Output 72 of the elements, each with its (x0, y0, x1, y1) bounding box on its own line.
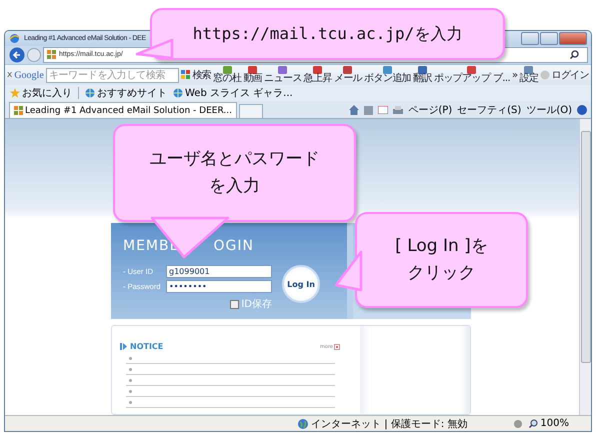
menu-button[interactable]: ページ(P) (408, 103, 452, 118)
bullet-icon (129, 390, 132, 393)
back-icon[interactable] (9, 46, 25, 63)
panel-title: OGIN (213, 238, 254, 254)
menu-button[interactable]: ツール(O) (526, 103, 572, 118)
site-icon (47, 50, 56, 60)
search-icon[interactable] (570, 50, 579, 60)
toolbar-button[interactable]: 検索 (181, 68, 212, 82)
close-button[interactable] (559, 32, 587, 45)
toolbar-icon (343, 66, 352, 74)
toolbar-button[interactable]: 翻訳 (413, 66, 432, 84)
zoom-button[interactable]: 100% (529, 418, 583, 430)
login-button[interactable]: Log In (282, 265, 320, 304)
more-button[interactable]: » (512, 70, 518, 81)
google-logo: Google (14, 70, 44, 81)
toolbar-icon (222, 66, 232, 74)
favorites-link[interactable]: おすすめサイト (85, 86, 167, 100)
toolbar-icon (418, 66, 428, 74)
status-text: インターネット | 保護モード: 無効 (311, 418, 468, 431)
callout-text: https://mail.tcu.ac.jp/を入力 (192, 23, 464, 46)
printer-icon[interactable] (393, 106, 404, 115)
favorites-button[interactable]: お気に入り (10, 86, 72, 100)
circle-icon (540, 70, 550, 80)
magnifier-icon (529, 419, 538, 428)
arrow-icon (120, 343, 127, 350)
bullet-icon (129, 356, 132, 360)
globe-icon (298, 418, 308, 429)
checkbox[interactable] (230, 300, 240, 309)
plus-icon (334, 344, 340, 350)
toolbar-button[interactable]: 設定 (520, 66, 538, 84)
section-title: NOTICE (130, 342, 164, 352)
search-field[interactable]: キーワードを入力して検索 (46, 68, 180, 83)
new-tab-button[interactable] (238, 104, 263, 118)
checkbox-label: ID保存 (241, 298, 272, 312)
close-button[interactable]: x (7, 70, 12, 80)
toolbar-button[interactable]: 動画 (243, 66, 262, 84)
callout-text: [ Log In ]をクリック (394, 234, 489, 285)
favorites-link[interactable]: Web スライス ギャラ... (173, 86, 293, 100)
menu-button[interactable]: セーフティ(S) (457, 103, 522, 118)
toolbar-button[interactable]: ログイン (540, 68, 589, 82)
site-icon (14, 106, 23, 116)
input-field[interactable]: •••••••• (166, 280, 272, 294)
squares-icon (181, 70, 192, 80)
bullet-icon (129, 400, 132, 404)
star-icon (10, 88, 20, 98)
scroll-thumb[interactable] (580, 131, 590, 364)
input-field[interactable]: g1099001 (166, 265, 272, 278)
browser-tab[interactable]: Leading #1 Advanced eMail Solution - DEER... (9, 102, 237, 118)
browser-logo-icon (9, 32, 20, 44)
toolbar-icon (278, 66, 288, 74)
minimize-button[interactable] (521, 32, 539, 45)
bullet-icon (129, 368, 132, 371)
callout-text: ユーザ名とパスワードを入力 (148, 148, 320, 198)
bullet-icon (129, 378, 132, 382)
toolbar-button[interactable]: 窓の杜 (213, 66, 242, 84)
toolbar-icon (524, 66, 534, 74)
toolbar-button[interactable]: 急上昇 (304, 66, 332, 84)
toolbar-button[interactable]: メール (334, 66, 362, 84)
scrollbar[interactable] (579, 119, 591, 416)
toolbar-button[interactable]: ニュース (264, 66, 302, 84)
toolbar-button[interactable]: ポップアップ ブ... (434, 66, 510, 84)
toolbar-icon (248, 66, 258, 74)
home-icon[interactable] (349, 105, 360, 116)
mail-icon[interactable] (378, 106, 388, 114)
toolbar-icon (467, 66, 476, 74)
toolbar-icon (383, 66, 392, 74)
globe-icon (85, 88, 95, 98)
toolbar-button[interactable]: ボタン追加 (364, 66, 412, 84)
maximize-button[interactable] (540, 32, 558, 45)
feed-icon[interactable] (364, 106, 374, 115)
toolbar-icon (313, 66, 322, 74)
globe-icon (173, 88, 183, 98)
